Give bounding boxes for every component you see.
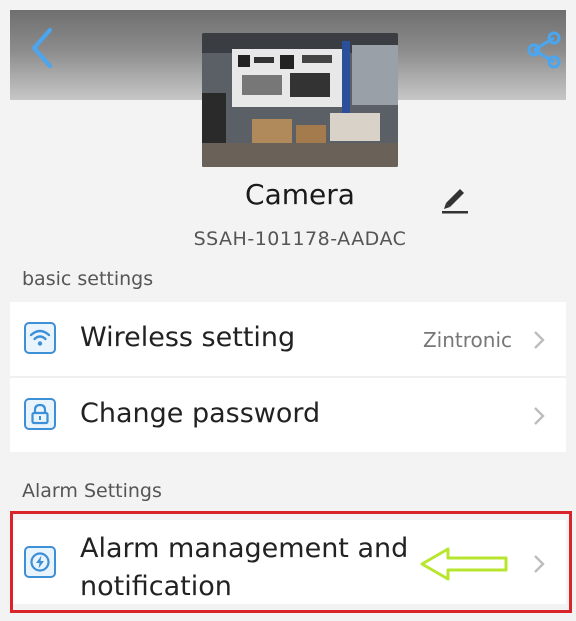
section-basic-settings: basic settings xyxy=(22,268,154,290)
back-arrow-icon xyxy=(32,28,52,68)
alarm-icon xyxy=(24,546,56,578)
share-icon xyxy=(527,31,561,69)
chevron-right-icon xyxy=(534,331,545,349)
device-name: Camera xyxy=(245,178,355,211)
camera-snapshot xyxy=(202,33,398,167)
edit-name-button[interactable] xyxy=(438,181,472,215)
chevron-right-icon xyxy=(534,407,545,425)
alarm-management-label: Alarm management and notification xyxy=(80,530,408,606)
alarm-management-row[interactable]: Alarm management and notification xyxy=(10,520,566,604)
wireless-network-value: Zintronic xyxy=(422,328,512,352)
back-button[interactable] xyxy=(24,26,64,70)
wifi-icon xyxy=(24,322,56,354)
camera-preview-image[interactable] xyxy=(202,33,398,167)
alarm-label-line1: Alarm management and xyxy=(80,533,409,564)
wireless-setting-label: Wireless setting xyxy=(80,322,296,353)
lock-icon xyxy=(24,398,56,430)
wireless-setting-row[interactable]: Wireless setting Zintronic xyxy=(10,302,566,376)
pointer-arrow-icon xyxy=(420,547,508,581)
change-password-label: Change password xyxy=(80,398,321,429)
device-id: SSAH-101178-AADAC xyxy=(193,228,407,250)
alarm-label-line2: notification xyxy=(80,571,232,602)
section-alarm-settings: Alarm Settings xyxy=(22,480,162,502)
share-button[interactable] xyxy=(522,28,566,72)
change-password-row[interactable]: Change password xyxy=(10,378,566,452)
chevron-right-icon xyxy=(534,555,545,573)
pencil-icon xyxy=(442,189,468,214)
